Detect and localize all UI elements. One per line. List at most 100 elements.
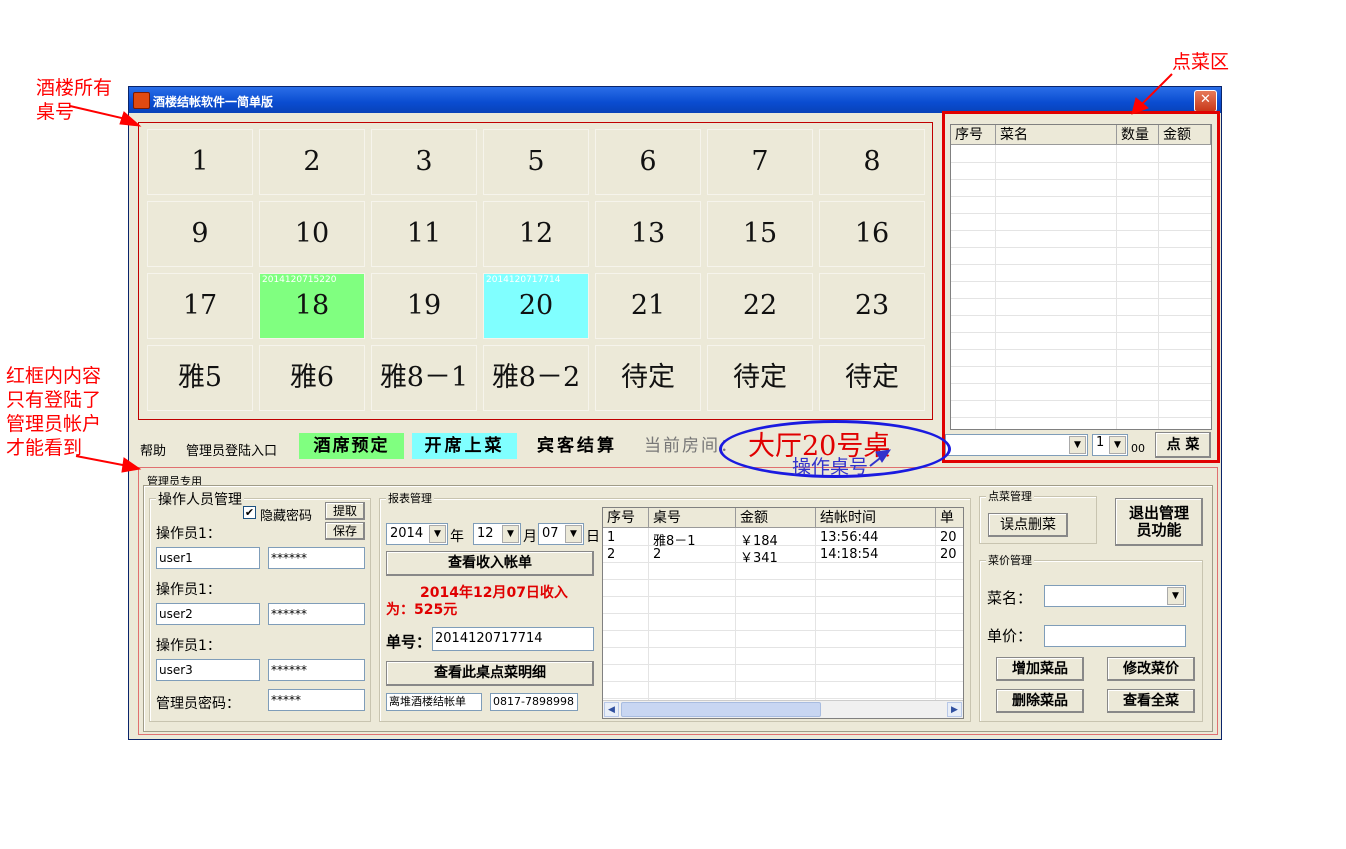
table-tile[interactable]: 雅8－1 — [371, 345, 477, 411]
chevron-down-icon[interactable]: ▼ — [1069, 436, 1086, 454]
table-tile[interactable]: 11 — [371, 201, 477, 267]
view-income-button[interactable]: 查看收入帐单 — [386, 551, 594, 576]
grid-line — [648, 528, 649, 700]
table-tile[interactable]: 13 — [595, 201, 701, 267]
order-col-header[interactable]: 序号 — [951, 125, 996, 145]
table-tile[interactable]: 待定 — [595, 345, 701, 411]
grid-line — [603, 681, 963, 682]
table-tile[interactable]: 雅8－2 — [483, 345, 589, 411]
reserve-button[interactable]: 酒席预定 — [299, 433, 404, 459]
table-tile[interactable]: 10 — [259, 201, 365, 267]
fetch-button[interactable]: 提取 — [325, 502, 365, 520]
order-col-header[interactable]: 菜名 — [996, 125, 1117, 145]
table-tile[interactable]: 9 — [147, 201, 253, 267]
table-tile[interactable]: 16 — [819, 201, 925, 267]
admin-login-link[interactable]: 管理员登陆入口 — [186, 440, 277, 459]
order-button[interactable]: 点 菜 — [1155, 432, 1211, 458]
table-tile[interactable]: 1 — [147, 129, 253, 195]
admin-section: 管理员专用 操作人员管理 ✔ 隐藏密码 提取 保存 操作员1： user1 **… — [138, 467, 1218, 735]
grid-line — [951, 196, 1211, 197]
grid-line — [951, 281, 1211, 282]
order-col-header[interactable]: 数量 — [1117, 125, 1159, 145]
help-link[interactable]: 帮助 — [140, 440, 166, 459]
scroll-right-icon[interactable]: ▶ — [947, 702, 962, 717]
annotation-line: 桌号 — [36, 101, 75, 123]
hide-password-checkbox[interactable]: ✔ — [243, 506, 256, 519]
operator-password-field[interactable]: ****** — [268, 659, 365, 681]
table-tile[interactable]: 待定 — [819, 345, 925, 411]
table-tile[interactable]: 23 — [819, 273, 925, 339]
scrollbar-thumb[interactable] — [621, 702, 821, 717]
order-no-field[interactable]: 2014120717714 — [432, 627, 594, 651]
table-tile[interactable]: 17 — [147, 273, 253, 339]
table-tile[interactable]: 2 — [259, 129, 365, 195]
dish-name-select[interactable]: ▼ — [1044, 585, 1186, 607]
qty-select[interactable]: 1 ▼ — [1092, 434, 1128, 456]
footer-name-field[interactable]: 离堆酒楼结帐单 — [386, 693, 482, 711]
table-tile[interactable]: 6 — [595, 129, 701, 195]
month-select[interactable]: 12 ▼ — [473, 523, 521, 545]
table-label: 19 — [406, 290, 442, 321]
income-grid[interactable]: 序号 桌号 金额 结帐时间 单 1 雅8－1 ￥184 13:56:44 20 … — [602, 507, 964, 719]
table-tile[interactable]: 8 — [819, 129, 925, 195]
close-button[interactable]: ✕ — [1194, 90, 1217, 112]
table-tile[interactable]: 18 2014120715220 — [259, 273, 365, 339]
operator-password-field[interactable]: ****** — [268, 547, 365, 569]
day-select[interactable]: 07 ▼ — [538, 523, 584, 545]
chevron-down-icon[interactable]: ▼ — [429, 525, 446, 543]
chevron-down-icon[interactable]: ▼ — [565, 525, 582, 543]
view-detail-button[interactable]: 查看此桌点菜明细 — [386, 661, 594, 686]
income-col-header[interactable]: 桌号 — [649, 508, 736, 528]
table-tile[interactable]: 雅6 — [259, 345, 365, 411]
dish-label: 菜名： — [987, 589, 1033, 607]
order-grid[interactable]: 序号 菜名 数量 金额 — [950, 124, 1212, 430]
chevron-down-icon[interactable]: ▼ — [1109, 436, 1126, 454]
admin-password-field[interactable]: ***** — [268, 689, 365, 711]
table-tile[interactable]: 22 — [707, 273, 813, 339]
table-tile[interactable]: 3 — [371, 129, 477, 195]
income-col-header[interactable]: 结帐时间 — [816, 508, 936, 528]
table-tile[interactable]: 待定 — [707, 345, 813, 411]
income-col-header[interactable]: 序号 — [603, 508, 649, 528]
save-button[interactable]: 保存 — [325, 522, 365, 540]
menu-mgmt-group: 点菜管理 误点删菜 — [979, 488, 1097, 544]
income-col-header[interactable]: 金额 — [736, 508, 816, 528]
operator-password-field[interactable]: ****** — [268, 603, 365, 625]
price-field[interactable] — [1044, 625, 1186, 647]
cell: 20 — [940, 530, 957, 545]
grid-line — [951, 349, 1211, 350]
add-dish-button[interactable]: 增加菜品 — [996, 657, 1084, 681]
dish-select[interactable]: ▼ — [945, 434, 1088, 456]
table-tile[interactable]: 7 — [707, 129, 813, 195]
table-tile[interactable]: 5 — [483, 129, 589, 195]
income-col-header[interactable]: 单 — [936, 508, 963, 528]
operator-user-field[interactable]: user1 — [156, 547, 260, 569]
operator-user-field[interactable]: user2 — [156, 603, 260, 625]
scroll-left-icon[interactable]: ◀ — [604, 702, 619, 717]
year-select[interactable]: 2014 ▼ — [386, 523, 448, 545]
table-tile[interactable]: 21 — [595, 273, 701, 339]
table-tile[interactable]: 15 — [707, 201, 813, 267]
table-label: 6 — [639, 146, 657, 177]
table-tile[interactable]: 20 2014120717714 — [483, 273, 589, 339]
exit-admin-button[interactable]: 退出管理 员功能 — [1115, 498, 1203, 546]
chevron-down-icon[interactable]: ▼ — [1167, 587, 1184, 605]
qty-select-value: 1 — [1096, 435, 1105, 450]
admin-password-label: 管理员密码： — [156, 696, 240, 712]
operators-group: 操作人员管理 ✔ 隐藏密码 提取 保存 操作员1： user1 ****** 操… — [149, 489, 371, 722]
cell: 14:18:54 — [820, 547, 879, 562]
delete-wrong-button[interactable]: 误点删菜 — [988, 513, 1068, 537]
serve-button[interactable]: 开席上菜 — [412, 433, 517, 459]
footer-phone-field[interactable]: 0817-7898998 — [490, 693, 578, 711]
view-all-dishes-button[interactable]: 查看全菜 — [1107, 689, 1195, 713]
table-tile[interactable]: 12 — [483, 201, 589, 267]
order-col-header[interactable]: 金额 — [1159, 125, 1211, 145]
checkout-button[interactable]: 宾客结算 — [537, 433, 617, 459]
chevron-down-icon[interactable]: ▼ — [502, 525, 519, 543]
delete-dish-button[interactable]: 删除菜品 — [996, 689, 1084, 713]
modify-price-button[interactable]: 修改菜价 — [1107, 657, 1195, 681]
horizontal-scrollbar[interactable]: ◀ ▶ — [603, 700, 963, 718]
table-tile[interactable]: 雅5 — [147, 345, 253, 411]
operator-user-field[interactable]: user3 — [156, 659, 260, 681]
table-tile[interactable]: 19 — [371, 273, 477, 339]
